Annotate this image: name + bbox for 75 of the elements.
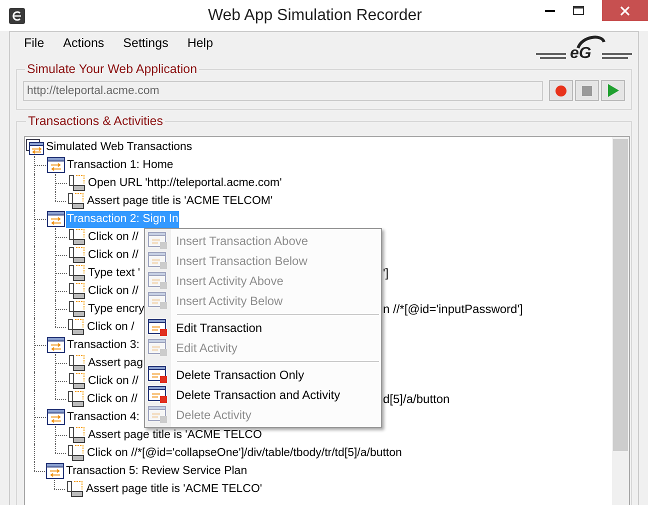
group-title: Simulate Your Web Application — [26, 62, 198, 76]
menu-item[interactable]: Actions — [63, 36, 104, 50]
menu-action-icon — [148, 339, 168, 357]
close-icon — [620, 6, 630, 16]
menu-action-icon — [148, 386, 168, 404]
transaction-icon — [47, 409, 65, 425]
activity-item[interactable]: Click on // — [87, 228, 140, 246]
transaction-item[interactable]: Transaction 4: — [66, 408, 140, 426]
activity-icon — [67, 445, 85, 461]
record-icon — [555, 84, 567, 96]
activity-icon — [68, 247, 86, 263]
activity-item[interactable]: Open URL 'http://teleportal.acme.com' — [87, 174, 283, 192]
play-button[interactable] — [601, 80, 625, 101]
menu-action-icon — [148, 232, 168, 250]
activity-item[interactable]: Click on / — [86, 318, 136, 336]
activity-item[interactable]: Click on // — [86, 390, 138, 408]
transaction-icon — [47, 337, 65, 353]
scrollbar-thumb[interactable] — [613, 139, 628, 451]
activity-icon — [68, 427, 86, 443]
transaction-item[interactable]: Simulated Web Transactions — [45, 138, 194, 156]
activity-icon — [68, 301, 86, 317]
activity-icon — [68, 265, 86, 281]
activity-icon — [67, 319, 85, 335]
activity-item[interactable]: Assert page title is 'ACME TELCOM' — [86, 192, 274, 210]
context-menu-item[interactable]: Delete Transaction Only — [145, 365, 381, 385]
play-icon — [608, 84, 618, 97]
activity-item[interactable]: Assert pag — [87, 354, 144, 372]
activity-icon — [68, 283, 86, 299]
menu-action-icon — [148, 292, 168, 310]
record-button[interactable] — [549, 80, 573, 101]
activity-icon — [68, 229, 86, 245]
activity-icon — [67, 391, 85, 407]
menu-item[interactable]: Help — [187, 36, 214, 50]
minimize-icon[interactable] — [545, 9, 555, 12]
activity-text: n //*[@id='inputPassword'] — [383, 302, 523, 316]
activity-icon — [68, 373, 86, 389]
menu-item[interactable]: Settings — [123, 36, 168, 50]
menu-action-icon — [148, 272, 168, 290]
menu-action-icon — [148, 252, 168, 270]
transaction-item[interactable]: Transaction 5: Review Service Plan — [65, 462, 248, 480]
transaction-icon — [47, 211, 65, 227]
menu-action-icon — [148, 319, 168, 337]
close-button[interactable] — [602, 0, 648, 21]
transaction-item[interactable]: Transaction 1: Home — [66, 156, 174, 174]
activity-item[interactable]: Assert page title is 'ACME TELCO — [87, 426, 263, 444]
logo: eG — [536, 34, 632, 64]
context-menu-item[interactable]: Edit Transaction — [145, 318, 381, 338]
activity-item[interactable]: Assert page title is 'ACME TELCO' — [85, 480, 264, 498]
activity-text: '] — [383, 266, 389, 280]
url-field[interactable]: http://teleportal.acme.com — [23, 80, 543, 100]
maximize-icon[interactable] — [573, 6, 584, 15]
transaction-icon — [47, 157, 65, 173]
menu-action-icon — [148, 406, 168, 424]
activity-item[interactable]: Click on // — [87, 282, 140, 300]
app-icon — [9, 8, 25, 24]
activity-icon — [68, 175, 86, 191]
stop-icon — [582, 86, 592, 96]
scrollbar[interactable] — [612, 137, 629, 505]
activity-item[interactable]: Click on // — [87, 246, 140, 264]
activity-item[interactable]: Type text ' — [87, 264, 142, 282]
menu-action-icon — [148, 366, 168, 384]
context-menu-item[interactable]: Delete Transaction and Activity — [145, 385, 381, 405]
group-title: Transactions & Activities — [27, 114, 164, 128]
transaction-item[interactable]: Transaction 3: — [66, 336, 140, 354]
stop-button[interactable] — [575, 80, 599, 101]
activity-item[interactable]: Click on //*[@id='collapseOne']/div/table/tbody/tr/td[5]/a/button — [86, 444, 403, 462]
activity-icon — [68, 355, 86, 371]
activity-icon — [67, 193, 85, 209]
activity-item[interactable]: Click on // — [87, 372, 140, 390]
window-title: Web App Simulation Recorder — [206, 6, 424, 24]
transaction-icon — [46, 463, 64, 479]
activity-text: d[5]/a/button — [383, 392, 450, 406]
activity-item[interactable]: Type encry — [87, 300, 146, 318]
activity-icon — [66, 481, 84, 497]
menu-item[interactable]: File — [24, 36, 44, 50]
